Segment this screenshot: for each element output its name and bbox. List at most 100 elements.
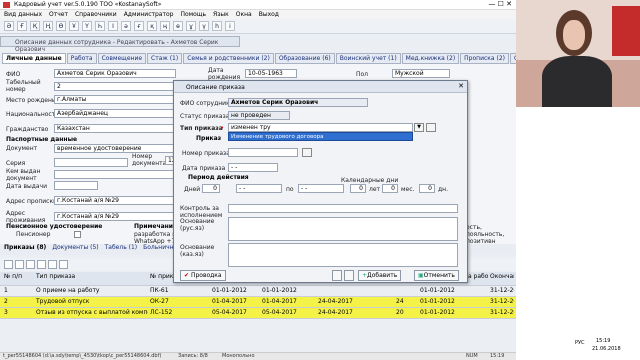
- dlg-type-lookup-icon[interactable]: [426, 123, 436, 132]
- dlg-daycount-field[interactable]: 0: [419, 184, 435, 193]
- tab-item[interactable]: Прописка (2): [460, 53, 509, 64]
- letter-button[interactable]: Ң: [43, 21, 53, 31]
- letter-button[interactable]: ү: [199, 21, 209, 31]
- table-cell: 20: [396, 309, 404, 316]
- address-live-field[interactable]: г.Костанай а/я №29: [54, 212, 176, 221]
- letter-button[interactable]: Һ: [95, 21, 105, 31]
- menu-item[interactable]: Окна: [236, 11, 252, 18]
- refresh-button[interactable]: [48, 260, 57, 269]
- table-row[interactable]: 1 О приеме на работу ПК-61 01-01-2012 01-01-…: [0, 286, 516, 297]
- cancel-button[interactable]: ▣Отменить: [414, 270, 459, 281]
- menu-item[interactable]: Выход: [259, 11, 279, 18]
- dialog-close-icon[interactable]: ✕: [458, 82, 464, 90]
- table-cell: 3: [4, 309, 8, 316]
- letter-button[interactable]: ң: [160, 21, 170, 31]
- table-row[interactable]: 3 Отзыв из отпуска с выплатой компенсации…: [0, 308, 516, 319]
- dlg-control-field[interactable]: [228, 204, 458, 213]
- issue-date-field[interactable]: [54, 181, 98, 190]
- dlg-type-field[interactable]: изменен тру: [228, 123, 413, 132]
- paste-icon[interactable]: [344, 270, 354, 281]
- letter-button[interactable]: Ү: [82, 21, 92, 31]
- letter-button[interactable]: ғ: [134, 21, 144, 31]
- letter-button[interactable]: ұ: [186, 21, 196, 31]
- dlg-num-lookup-icon[interactable]: [302, 148, 312, 157]
- series-field[interactable]: [54, 158, 128, 167]
- dlg-num-field[interactable]: [228, 148, 298, 157]
- taskbar-lang[interactable]: РУС: [575, 340, 585, 346]
- tab-item[interactable]: Стаж (1): [147, 53, 183, 64]
- menu-item[interactable]: Администратор: [124, 11, 174, 18]
- tab-item[interactable]: Воинский учет (1): [335, 53, 401, 64]
- dlg-to-label: по: [286, 186, 294, 193]
- letter-button[interactable]: һ: [212, 21, 222, 31]
- doc-label: Документ: [6, 145, 38, 152]
- tab-item[interactable]: Семья и родственники (2): [183, 53, 274, 64]
- menu-item[interactable]: Отчет: [49, 11, 68, 18]
- issued-by-field[interactable]: [54, 170, 176, 179]
- address-reg-field[interactable]: г.Костанай а/я №29: [54, 196, 176, 205]
- edit-row-button[interactable]: [15, 260, 24, 269]
- dlg-basis-kz-field[interactable]: [228, 243, 458, 267]
- menu-item[interactable]: Помощь: [180, 11, 206, 18]
- dlg-order-section: Приказ: [196, 135, 222, 142]
- dlg-years-field[interactable]: 0: [350, 184, 366, 193]
- grid-header-cell[interactable]: № п/п: [4, 273, 34, 280]
- dlg-type-dropdown-option[interactable]: Изменение трудового договора: [228, 132, 413, 141]
- sex-select[interactable]: Мужской: [392, 69, 450, 78]
- letter-button[interactable]: і: [225, 21, 235, 31]
- nationality-field[interactable]: Азербайджанец: [54, 109, 176, 118]
- bottom-tab[interactable]: Документы (5): [52, 244, 98, 255]
- bottom-tab[interactable]: Табель (1): [105, 244, 138, 255]
- dlg-from-field[interactable]: - -: [236, 184, 282, 193]
- dlg-days-field[interactable]: 0: [202, 184, 220, 193]
- letter-button[interactable]: ө: [173, 21, 183, 31]
- letter-button[interactable]: Ө: [56, 21, 66, 31]
- grid-header-cell[interactable]: Окончание периода работы: [490, 273, 514, 280]
- grid-header-cell[interactable]: Тип приказа: [36, 273, 148, 280]
- dlg-basis-ru-field[interactable]: [228, 217, 458, 241]
- letter-button[interactable]: Ә: [4, 21, 14, 31]
- window-controls[interactable]: — ☐ ✕: [488, 0, 512, 8]
- add-row-button[interactable]: [4, 260, 13, 269]
- letter-button[interactable]: Ғ: [17, 21, 27, 31]
- filter-button[interactable]: [59, 260, 68, 269]
- letter-button[interactable]: ә: [121, 21, 131, 31]
- menu-item[interactable]: Язык: [213, 11, 229, 18]
- letter-button[interactable]: І: [108, 21, 118, 31]
- post-button[interactable]: ✔ Проводка: [180, 270, 226, 281]
- print-button[interactable]: [37, 260, 46, 269]
- fio-field[interactable]: Ахметов Серик Оразович: [54, 69, 176, 78]
- tabnum-field[interactable]: 2: [54, 82, 176, 91]
- document-tab[interactable]: Описание данных сотрудника - Редактирова…: [0, 36, 240, 53]
- tab-item[interactable]: Личные данные: [2, 53, 66, 64]
- taskbar-date: 21.06.2018: [592, 346, 621, 352]
- dlg-type-dropdown-icon[interactable]: ▼: [414, 123, 424, 132]
- delete-row-button[interactable]: [26, 260, 35, 269]
- tab-item[interactable]: Работа: [66, 53, 97, 64]
- tab-item[interactable]: Образование (6): [274, 53, 335, 64]
- table-row[interactable]: 2 Трудовой отпуск ОК-27 01-04-2017 01-04-201…: [0, 297, 516, 308]
- table-cell: 01-01-2012: [262, 287, 297, 294]
- dlg-date-field[interactable]: - -: [228, 163, 278, 172]
- birth-field[interactable]: 10-05-1963: [245, 69, 297, 78]
- letter-button[interactable]: қ: [147, 21, 157, 31]
- tabnum-label: Табельный номер: [6, 79, 41, 93]
- dlg-to-field[interactable]: - -: [298, 184, 344, 193]
- doc-field[interactable]: временное удостоверение: [54, 144, 176, 153]
- letter-button[interactable]: Қ: [30, 21, 40, 31]
- citizenship-field[interactable]: Казахстан: [54, 124, 176, 133]
- bottom-tab[interactable]: Приказы (8): [4, 244, 46, 255]
- menu-item[interactable]: Вид данных: [4, 11, 42, 18]
- letter-button[interactable]: Ұ: [69, 21, 79, 31]
- dlg-months-field[interactable]: 0: [382, 184, 398, 193]
- menu-item[interactable]: Справочники: [75, 11, 117, 18]
- add-button[interactable]: +Добавить: [358, 270, 402, 281]
- cancel-button-label: Отменить: [423, 272, 455, 279]
- tab-item[interactable]: Мед.книжка (2): [401, 53, 460, 64]
- birthplace-field[interactable]: г.Алматы: [54, 95, 176, 104]
- copy-icon[interactable]: [332, 270, 342, 281]
- tab-item[interactable]: Совмещение: [97, 53, 147, 64]
- dlg-status-label: Статус приказа: [180, 113, 230, 120]
- pensioner-checkbox[interactable]: [74, 231, 81, 238]
- table-cell: 24-04-2017: [318, 309, 353, 316]
